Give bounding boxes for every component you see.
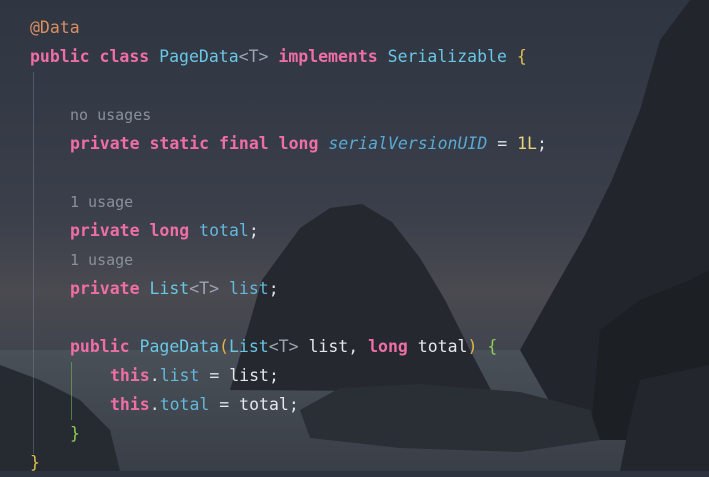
generic-gt: > — [258, 47, 269, 66]
indent-guide — [33, 72, 34, 454]
operator-assign: = — [497, 134, 508, 153]
keyword-private: private — [70, 221, 140, 240]
indent-guide-active — [71, 362, 72, 420]
ctor-close-brace: } — [70, 424, 80, 443]
generic-lt: < — [238, 47, 249, 66]
keyword-private: private — [70, 134, 140, 153]
value-list: list — [229, 366, 269, 385]
code-line-constructor: public PageData(List<T> list, long total… — [70, 332, 497, 361]
semicolon: ; — [269, 366, 279, 385]
type-param: T — [278, 337, 289, 356]
constructor-name: PageData — [139, 337, 220, 356]
code-line-total-field: private long total; — [70, 216, 259, 245]
class-name: PageData — [159, 47, 239, 66]
ctor-open-brace: { — [487, 337, 498, 356]
operator-assign: = — [209, 366, 220, 385]
keyword-static: static — [149, 134, 210, 153]
class-open-brace: { — [516, 47, 527, 66]
keyword-long: long — [368, 337, 408, 356]
keyword-this: this — [110, 395, 150, 414]
keyword-this: this — [110, 366, 150, 385]
field-list: list — [228, 279, 269, 298]
keyword-long: long — [149, 221, 190, 240]
code-line-annotation: @Data — [30, 13, 80, 42]
usage-hint-list[interactable]: 1 usage — [70, 246, 133, 275]
code-line-assign-total: this.total = total; — [110, 390, 299, 419]
semicolon: ; — [288, 395, 299, 414]
number-literal: 1L — [517, 134, 537, 153]
type-param: T — [199, 279, 210, 298]
field-total: total — [159, 395, 210, 414]
code-line-assign-list: this.list = list; — [110, 361, 279, 390]
semicolon: ; — [536, 134, 547, 153]
dot: . — [149, 395, 160, 414]
paren-close: ) — [467, 337, 478, 356]
param-total: total — [417, 337, 468, 356]
keyword-public: public — [30, 47, 90, 66]
interface-name: Serializable — [387, 47, 507, 66]
generic-gt: > — [288, 337, 299, 356]
keyword-class: class — [99, 47, 150, 66]
field-serial-version-uid: serialVersionUID — [328, 134, 488, 153]
annotation-data: @Data — [30, 18, 80, 37]
class-close-brace: } — [30, 453, 40, 472]
usage-hint-total[interactable]: 1 usage — [70, 188, 133, 217]
code-line-ctor-close: } — [70, 419, 80, 448]
type-list: List — [149, 279, 190, 298]
keyword-final: final — [219, 134, 269, 153]
code-line-list-field: private List<T> list; — [70, 274, 279, 303]
field-list: list — [159, 366, 200, 385]
type-param: T — [248, 47, 259, 66]
comma: , — [348, 337, 359, 356]
keyword-implements: implements — [278, 47, 378, 66]
keyword-public: public — [70, 337, 130, 356]
usage-hint-serial[interactable]: no usages — [70, 101, 151, 130]
code-line-class-close: } — [30, 448, 40, 477]
generic-gt: > — [209, 279, 220, 298]
code-line-class-declaration: public class PageData<T> implements Seri… — [30, 42, 527, 71]
generic-lt: < — [268, 337, 279, 356]
generic-lt: < — [189, 279, 200, 298]
type-list: List — [228, 337, 269, 356]
semicolon: ; — [268, 279, 279, 298]
usage-hint-text[interactable]: 1 usage — [70, 251, 133, 269]
code-editor[interactable]: @Data public class PageData<T> implement… — [0, 0, 709, 472]
usage-hint-text[interactable]: no usages — [70, 106, 151, 124]
value-total: total — [239, 395, 289, 414]
param-list: list — [308, 337, 349, 356]
code-line-serial-version: private static final long serialVersionU… — [70, 129, 547, 158]
keyword-private: private — [70, 279, 140, 298]
operator-assign: = — [219, 395, 230, 414]
keyword-long: long — [278, 134, 319, 153]
usage-hint-text[interactable]: 1 usage — [70, 193, 133, 211]
dot: . — [149, 366, 160, 385]
field-total: total — [199, 221, 249, 240]
paren-open: ( — [219, 337, 229, 356]
semicolon: ; — [248, 221, 259, 240]
